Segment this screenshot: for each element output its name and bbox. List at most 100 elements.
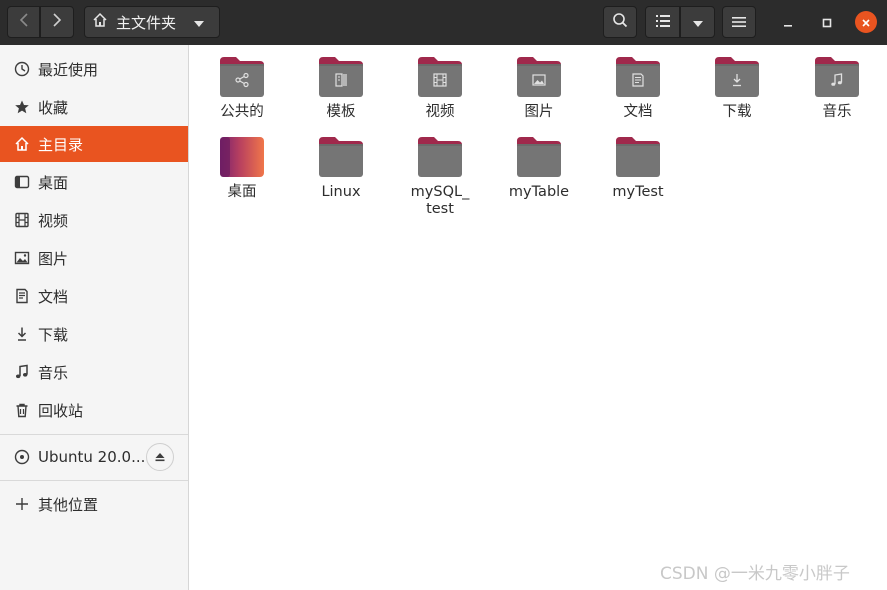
- sidebar-item-label: 图片: [38, 249, 69, 268]
- sidebar-item-label: 最近使用: [38, 60, 99, 79]
- sidebar-item-pictures[interactable]: 图片: [0, 240, 188, 276]
- chevron-right-icon: [52, 12, 62, 32]
- sidebar-item-label: 桌面: [38, 173, 69, 192]
- hamburger-menu-button[interactable]: [722, 6, 756, 38]
- home-icon: [12, 134, 32, 154]
- folder-pictures[interactable]: 图片: [493, 55, 585, 121]
- sidebar-item-documents[interactable]: 文档: [0, 278, 188, 314]
- sidebar-item-desktop[interactable]: 桌面: [0, 164, 188, 200]
- header-bar: 主文件夹: [0, 0, 887, 45]
- file-label: 公共的: [220, 104, 264, 120]
- watermark-text: CSDN @一米九零小胖子: [660, 564, 850, 584]
- film-icon: [433, 73, 447, 87]
- close-button[interactable]: [855, 11, 877, 33]
- download-icon: [12, 324, 32, 344]
- film-icon: [12, 210, 32, 230]
- eject-icon: [154, 448, 166, 467]
- sidebar-item-home[interactable]: 主目录: [0, 126, 188, 162]
- sidebar-item-downloads[interactable]: 下载: [0, 316, 188, 352]
- folder-icon: [218, 55, 266, 99]
- folder-icon: [713, 55, 761, 99]
- star-icon: [12, 97, 32, 117]
- file-label: 图片: [524, 104, 554, 120]
- sidebar-item-label: 下载: [38, 325, 69, 344]
- hamburger-icon: [732, 13, 746, 32]
- folder-videos[interactable]: 视频: [394, 55, 486, 121]
- folder-music[interactable]: 音乐: [791, 55, 883, 121]
- folder-icon: [813, 55, 861, 99]
- view-options-button[interactable]: [680, 6, 715, 38]
- forward-button[interactable]: [40, 6, 74, 38]
- folder-icon: [416, 135, 464, 179]
- desktop-icon: [12, 172, 32, 192]
- folder-icon: [317, 135, 365, 179]
- music-icon: [831, 73, 843, 86]
- sidebar-item-trash[interactable]: 回收站: [0, 392, 188, 428]
- folder-desktop[interactable]: 桌面: [196, 135, 288, 201]
- minimize-icon: [783, 13, 793, 32]
- search-icon: [612, 12, 628, 32]
- sidebar-item-music[interactable]: 音乐: [0, 354, 188, 390]
- list-view-button[interactable]: [645, 6, 680, 38]
- file-label: Linux: [321, 184, 361, 200]
- sidebar-divider: [0, 434, 188, 435]
- download-icon: [733, 74, 741, 87]
- eject-button[interactable]: [146, 443, 174, 471]
- desktop-folder-icon: [218, 135, 266, 179]
- caret-down-icon: [692, 13, 704, 32]
- document-icon: [12, 286, 32, 306]
- back-button[interactable]: [7, 6, 40, 38]
- folder-mytable[interactable]: myTable: [493, 135, 585, 201]
- folder-downloads[interactable]: 下载: [691, 55, 783, 121]
- sidebar-item-other-locations[interactable]: 其他位置: [0, 486, 188, 522]
- path-bar-button[interactable]: 主文件夹: [84, 6, 220, 38]
- sidebar-item-videos[interactable]: 视频: [0, 202, 188, 238]
- sidebar-item-label: 文档: [38, 287, 69, 306]
- list-view-icon: [655, 13, 671, 32]
- maximize-icon: [822, 13, 832, 32]
- minimize-button[interactable]: [777, 11, 799, 33]
- image-icon: [532, 74, 546, 86]
- file-label: 下载: [722, 104, 752, 120]
- file-label: 桌面: [227, 184, 257, 200]
- sidebar-item-label: 音乐: [38, 363, 69, 382]
- path-label: 主文件夹: [116, 13, 177, 32]
- folder-mysql-test[interactable]: mySQL_ test: [394, 135, 486, 218]
- sidebar-item-label: 视频: [38, 211, 69, 230]
- sidebar-item-label: 其他位置: [38, 495, 99, 514]
- clock-icon: [12, 59, 32, 79]
- file-label: mySQL_ test: [410, 184, 470, 217]
- sidebar-item-label: 回收站: [38, 401, 84, 420]
- folder-linux[interactable]: Linux: [295, 135, 387, 201]
- folder-icon: [614, 55, 662, 99]
- sidebar-item-label: Ubuntu 20.0...: [38, 448, 146, 466]
- file-view: 公共的 模板 视频 图片 文档 下载 音乐 桌面 Linux mySQL_ te…: [190, 45, 887, 590]
- folder-icon: [515, 135, 563, 179]
- sidebar-item-recent[interactable]: 最近使用: [0, 51, 188, 87]
- folder-mytest[interactable]: myTest: [592, 135, 684, 201]
- file-label: 文档: [623, 104, 653, 120]
- folder-icon: [515, 55, 563, 99]
- folder-documents[interactable]: 文档: [592, 55, 684, 121]
- trash-icon: [12, 400, 32, 420]
- file-label: 音乐: [822, 104, 852, 120]
- search-button[interactable]: [603, 6, 637, 38]
- music-icon: [12, 362, 32, 382]
- home-icon: [92, 12, 108, 32]
- close-icon: [861, 13, 871, 32]
- folder-templates[interactable]: 模板: [295, 55, 387, 121]
- document-icon: [632, 73, 644, 87]
- folder-icon: [416, 55, 464, 99]
- folder-public[interactable]: 公共的: [196, 55, 288, 121]
- caret-down-icon: [193, 13, 205, 32]
- sidebar-item-label: 收藏: [38, 98, 69, 117]
- plus-icon: [12, 494, 32, 514]
- chevron-left-icon: [19, 12, 29, 32]
- file-label: 视频: [425, 104, 455, 120]
- maximize-button[interactable]: [816, 11, 838, 33]
- file-label: 模板: [326, 104, 356, 120]
- share-icon: [235, 72, 249, 88]
- sidebar-item-starred[interactable]: 收藏: [0, 89, 188, 125]
- sidebar-divider: [0, 480, 188, 481]
- folder-icon: [614, 135, 662, 179]
